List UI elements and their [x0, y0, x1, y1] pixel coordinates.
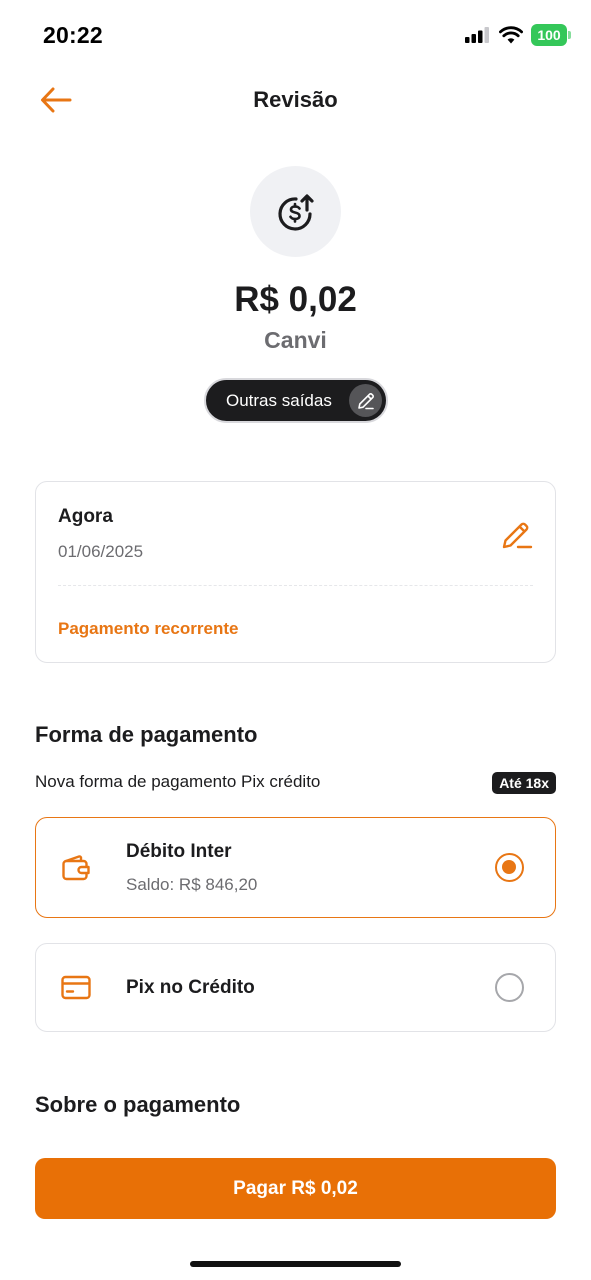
- pencil-icon: [357, 392, 374, 409]
- recurring-payment-link[interactable]: Pagamento recorrente: [58, 619, 238, 639]
- payment-option-pix-credit[interactable]: Pix no Crédito: [35, 943, 556, 1032]
- payment-option-title: Pix no Crédito: [126, 977, 255, 998]
- about-payment-title: Sobre o pagamento: [35, 1092, 241, 1117]
- credit-card-icon: [58, 970, 94, 1006]
- page-title: Revisão: [253, 87, 338, 112]
- radio-unselected[interactable]: [495, 973, 524, 1002]
- category-label: Outras saídas: [226, 390, 332, 410]
- transfer-icon-circle: [250, 166, 341, 257]
- wifi-icon: [499, 26, 523, 44]
- money-out-icon: [277, 193, 314, 231]
- battery-indicator: 100: [531, 24, 571, 46]
- status-icons: 100: [465, 24, 571, 46]
- wallet-icon: [58, 850, 94, 886]
- schedule-date: 01/06/2025: [58, 542, 144, 561]
- payment-option-title: Débito Inter: [126, 841, 232, 862]
- divider: [58, 585, 533, 586]
- category-edit-button[interactable]: [349, 384, 382, 417]
- status-bar: 20:22 100: [0, 0, 591, 64]
- category-pill[interactable]: Outras saídas: [204, 378, 388, 423]
- status-time: 20:22: [43, 22, 103, 48]
- schedule-when: Agora: [58, 506, 113, 527]
- pencil-icon: [502, 522, 533, 549]
- schedule-edit-button[interactable]: [499, 516, 535, 552]
- pay-button[interactable]: Pagar R$ 0,02: [35, 1158, 556, 1219]
- installments-badge: Até 18x: [492, 772, 556, 794]
- payment-option-debit[interactable]: Débito Inter Saldo: R$ 846,20: [35, 817, 556, 918]
- transfer-amount: R$ 0,02: [234, 280, 357, 319]
- signal-icon: [465, 27, 489, 43]
- recipient-name: Canvi: [264, 327, 327, 353]
- payment-method-title: Forma de pagamento: [35, 722, 258, 747]
- payment-option-balance: Saldo: R$ 846,20: [126, 875, 258, 894]
- radio-selected[interactable]: [495, 853, 524, 882]
- pix-credit-note: Nova forma de pagamento Pix crédito: [35, 772, 321, 791]
- schedule-card: Agora 01/06/2025 Pagamento recorrente: [35, 481, 556, 663]
- home-indicator: [190, 1261, 401, 1267]
